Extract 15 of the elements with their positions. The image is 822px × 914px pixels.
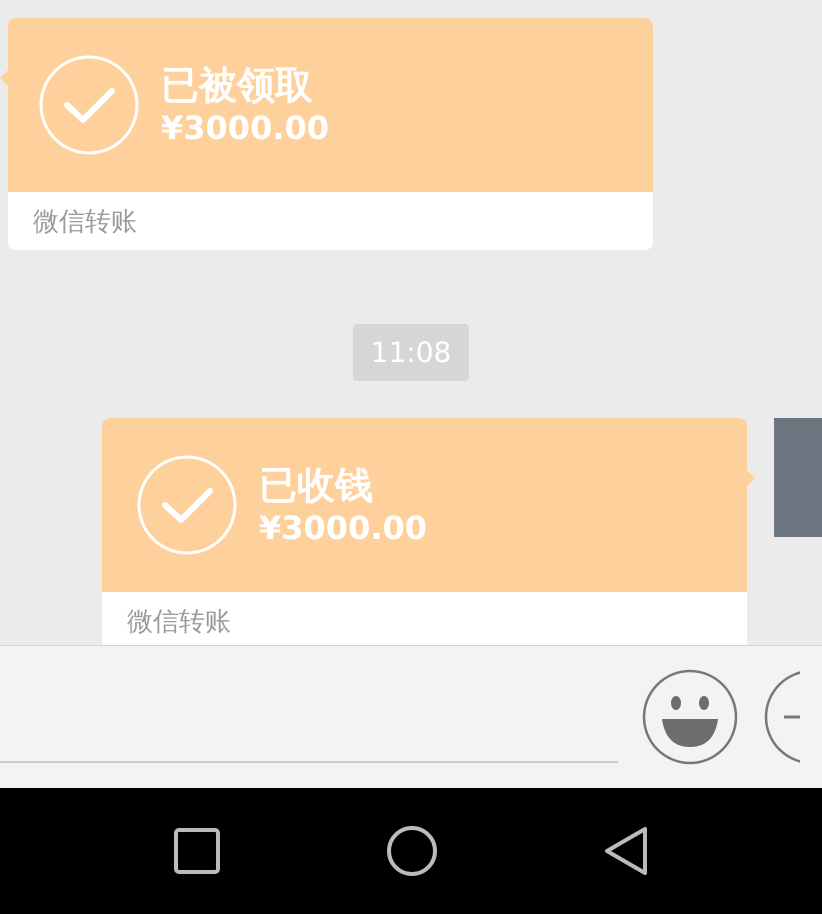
transfer-amount: ¥3000.00 <box>259 508 428 548</box>
home-icon[interactable] <box>386 825 438 877</box>
transfer-amount: ¥3000.00 <box>161 108 330 148</box>
recent-apps-icon[interactable] <box>172 827 221 875</box>
transfer-card[interactable]: 已收钱 ¥3000.00 微信转账 <box>102 418 747 645</box>
smiley-icon[interactable] <box>642 669 738 765</box>
checkmark-circle-icon <box>39 55 139 155</box>
transfer-status: 已收钱 <box>259 462 374 508</box>
plus-icon[interactable] <box>764 669 800 765</box>
transfer-label: 微信转账 <box>33 206 137 238</box>
transfer-status: 已被领取 <box>161 62 314 108</box>
back-icon[interactable] <box>603 826 650 876</box>
checkmark-circle-icon <box>137 455 237 555</box>
transfer-card[interactable]: 已被领取 ¥3000.00 微信转账 <box>8 18 653 250</box>
transfer-label: 微信转账 <box>127 606 231 638</box>
